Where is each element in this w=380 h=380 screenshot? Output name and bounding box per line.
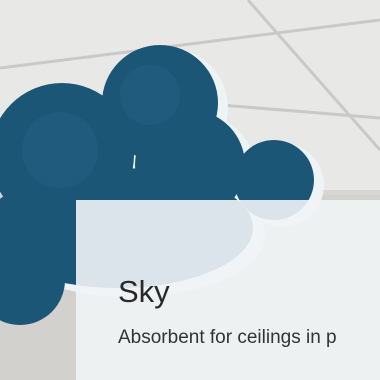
product-card[interactable]: Sky Absorbent for ceilings in p (0, 0, 380, 380)
product-subtitle: Absorbent for ceilings in p (118, 327, 337, 348)
product-title: Sky (118, 274, 170, 309)
